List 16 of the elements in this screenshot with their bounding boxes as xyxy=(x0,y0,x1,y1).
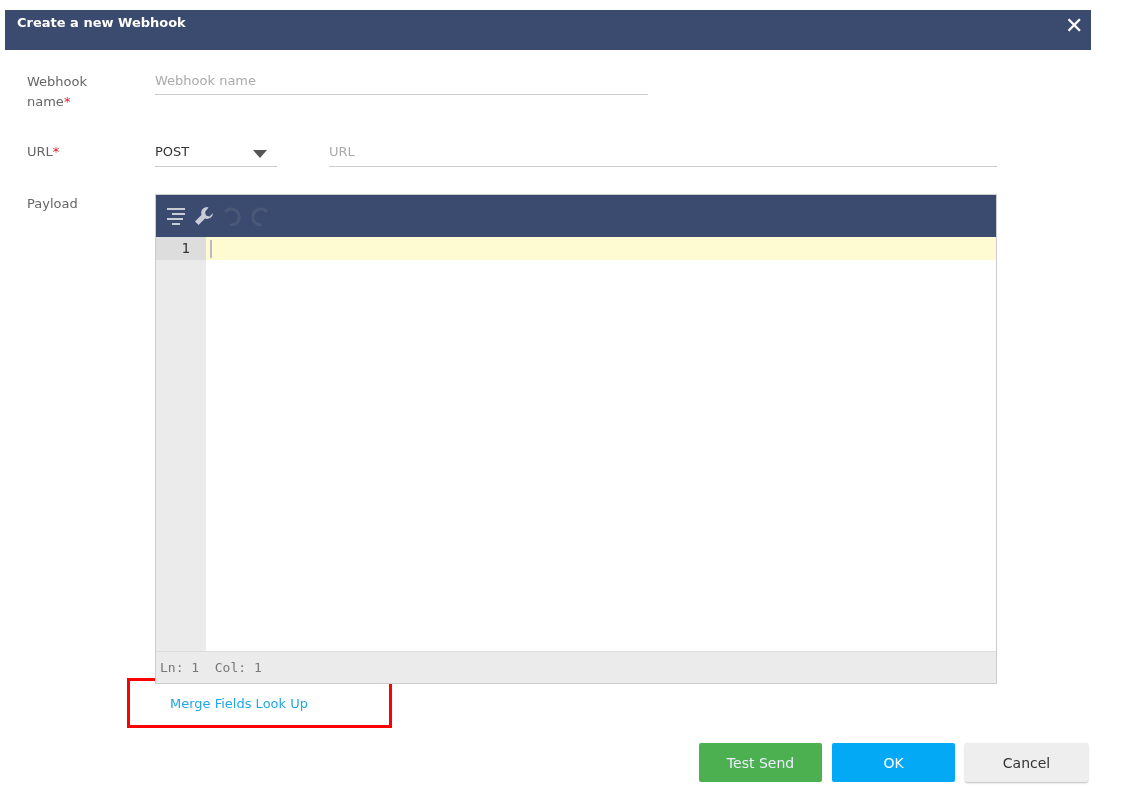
align-icon[interactable] xyxy=(166,207,186,225)
close-button[interactable]: ✕ xyxy=(1057,10,1091,42)
dialog-title: Create a new Webhook xyxy=(17,15,186,30)
line-number: 1 xyxy=(156,237,206,260)
method-dropdown[interactable]: POST xyxy=(155,136,277,167)
url-input[interactable]: URL xyxy=(329,136,997,167)
dialog-button[interactable]: Cancel xyxy=(965,743,1088,782)
name-input[interactable]: Webhook name xyxy=(155,66,648,95)
code-editor[interactable]: 1 Ln: 1 Col: 1 xyxy=(155,194,997,684)
field-label: Payload xyxy=(27,195,79,213)
field-label: Webhook name* xyxy=(27,73,89,111)
wrench-icon[interactable] xyxy=(194,206,214,226)
cursor-position: Ln: 1 Col: 1 xyxy=(160,660,262,675)
field-label: URL* xyxy=(27,143,61,161)
caret-icon xyxy=(253,150,267,158)
text-cursor xyxy=(210,239,212,258)
